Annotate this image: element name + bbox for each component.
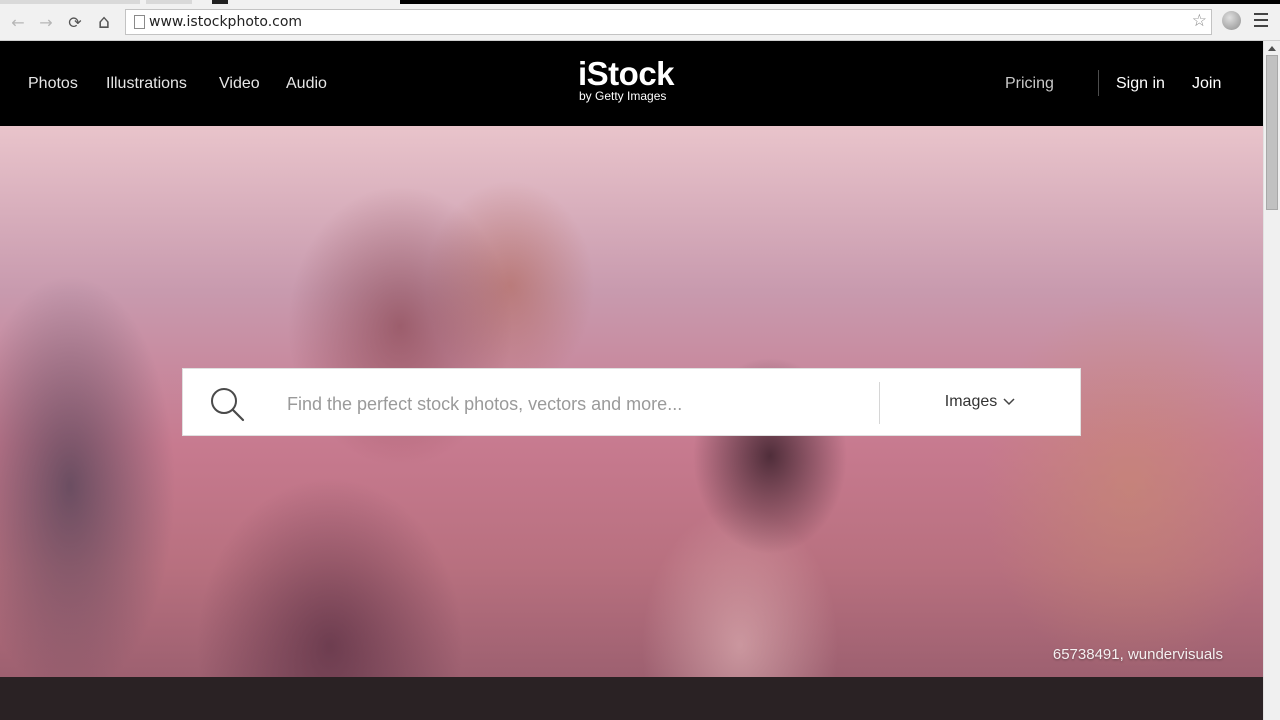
sign-in-link[interactable]: Sign in <box>1116 75 1165 93</box>
header-divider <box>1098 70 1099 96</box>
search-icon[interactable] <box>209 386 245 422</box>
browser-tab[interactable] <box>146 0 192 4</box>
content-section-edge <box>0 677 1263 720</box>
logo-tagline: by Getty Images <box>579 89 667 103</box>
page-scrollbar[interactable] <box>1263 41 1280 720</box>
nav-audio[interactable]: Audio <box>286 75 327 93</box>
logo-wordmark: iStock <box>578 55 675 92</box>
search-type-label: Images <box>944 393 998 410</box>
reload-icon[interactable]: ⟳ <box>65 12 85 32</box>
nav-video[interactable]: Video <box>219 75 260 93</box>
bookmark-star-icon[interactable]: ☆ <box>1192 11 1207 31</box>
search-bar: Images <box>182 368 1081 436</box>
address-bar[interactable]: www.istockphoto.com ☆ <box>125 9 1212 35</box>
page-icon <box>134 15 145 29</box>
browser-menu-icon[interactable] <box>1254 13 1268 27</box>
browser-toolbar: ← → ⟳ ⌂ www.istockphoto.com ☆ <box>0 0 1280 41</box>
extension-icon[interactable] <box>1222 11 1241 30</box>
hero-image: Images 65738491, wundervisuals <box>0 126 1263 677</box>
istock-logo[interactable]: iStock by Getty Images <box>578 55 675 103</box>
site-header: Photos Illustrations Video Audio iStock … <box>0 41 1263 126</box>
home-icon[interactable]: ⌂ <box>94 11 114 33</box>
back-icon[interactable]: ← <box>8 12 28 32</box>
nav-illustrations[interactable]: Illustrations <box>106 75 187 93</box>
pricing-link[interactable]: Pricing <box>1005 75 1054 93</box>
scroll-up-icon[interactable] <box>1268 46 1276 51</box>
forward-icon[interactable]: → <box>36 12 56 32</box>
browser-tab[interactable] <box>0 0 140 4</box>
nav-photos[interactable]: Photos <box>28 75 78 93</box>
scrollbar-thumb[interactable] <box>1266 55 1278 210</box>
url-text[interactable]: www.istockphoto.com <box>149 14 302 30</box>
join-link[interactable]: Join <box>1192 75 1221 93</box>
browser-tab-active[interactable] <box>212 0 228 4</box>
tab-strip <box>400 0 1280 4</box>
image-credit[interactable]: 65738491, wundervisuals <box>1053 646 1223 663</box>
search-input[interactable] <box>287 391 867 417</box>
search-type-dropdown[interactable]: Images <box>880 369 1080 435</box>
chevron-down-icon <box>1003 398 1015 406</box>
